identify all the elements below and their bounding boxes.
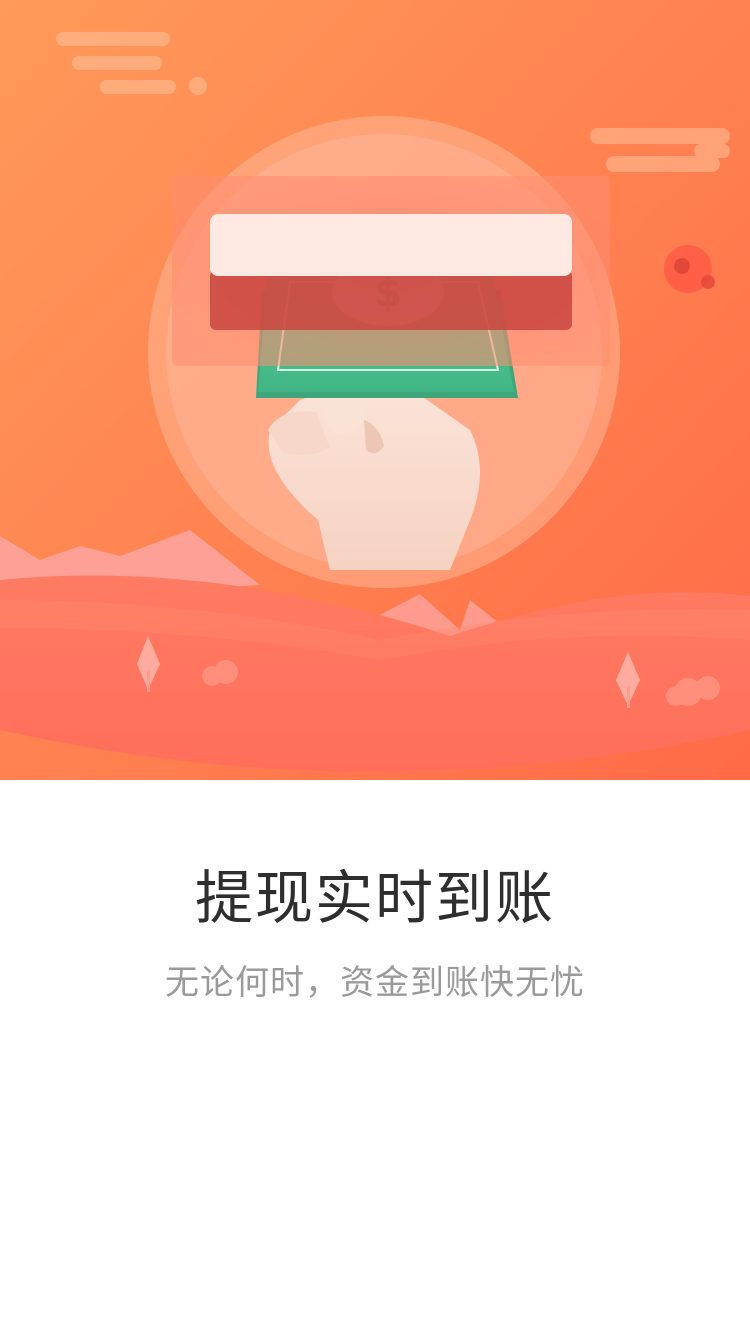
page-title: 提现实时到账 [194,864,555,932]
onboarding-screen: $ [0,0,750,1334]
page-subtitle: 无论何时，资金到账快无忧 [165,963,585,1003]
hero-illustration: $ [0,0,750,780]
card-slot-panel [172,176,610,366]
